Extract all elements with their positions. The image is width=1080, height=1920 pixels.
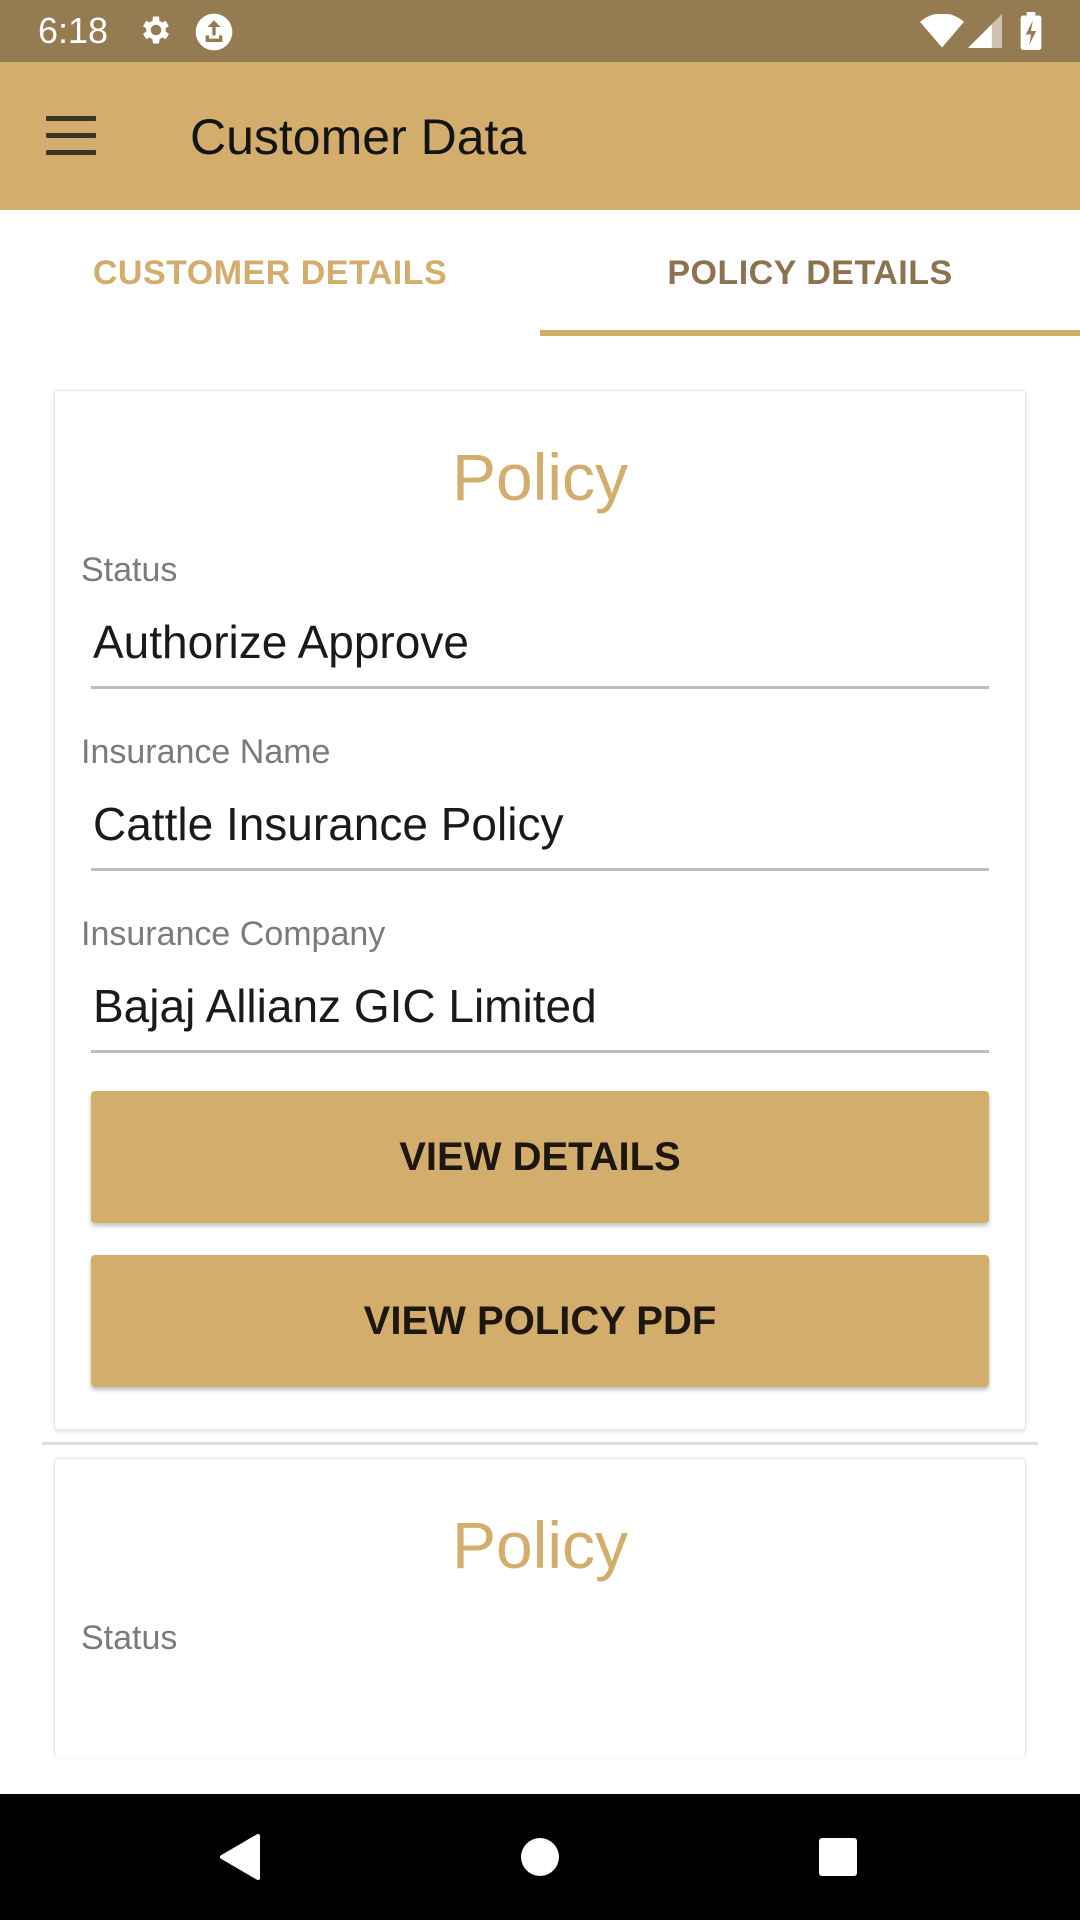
gear-icon (138, 12, 174, 53)
status-field[interactable]: Authorize Approve (91, 609, 989, 689)
hamburger-menu-icon[interactable] (46, 116, 98, 156)
tab-selected-indicator (540, 330, 1080, 336)
tab-policy-details[interactable]: POLICY DETAILS (540, 210, 1080, 336)
insurance-name-field[interactable]: Cattle Insurance Policy (91, 791, 989, 871)
view-details-button[interactable]: VIEW DETAILS (91, 1091, 989, 1223)
policy-card: Policy Status Authorize Approve Insuranc… (54, 390, 1026, 1430)
home-icon[interactable] (518, 1832, 562, 1887)
card-title: Policy (451, 1508, 629, 1582)
back-icon[interactable] (218, 1832, 262, 1887)
app-bar: Customer Data (0, 62, 1080, 210)
app-title: Customer Data (190, 109, 527, 165)
status-bar: 6:18 (0, 0, 1080, 62)
status-label: Status (81, 1619, 178, 1657)
tab-bar: CUSTOMER DETAILS POLICY DETAILS (0, 210, 1080, 336)
signal-icon (968, 14, 1002, 53)
list-divider (42, 1442, 1038, 1445)
status-label: Status (81, 551, 178, 589)
screen: 6:18 Customer Data CUSTOMER DETAILS POLI… (0, 0, 1080, 1920)
navigation-bar (0, 1794, 1080, 1920)
recents-icon[interactable] (816, 1832, 860, 1887)
status-time: 6:18 (38, 10, 109, 51)
upload-icon (194, 12, 234, 57)
tab-customer-details[interactable]: CUSTOMER DETAILS (0, 210, 540, 336)
insurance-company-label: Insurance Company (81, 915, 386, 953)
insurance-name-label: Insurance Name (81, 733, 331, 771)
policy-card: Policy Status (54, 1458, 1026, 1758)
wifi-icon (920, 13, 964, 53)
battery-icon (1020, 12, 1042, 55)
insurance-company-field[interactable]: Bajaj Allianz GIC Limited (91, 973, 989, 1053)
view-policy-pdf-button[interactable]: VIEW POLICY PDF (91, 1255, 989, 1387)
card-title: Policy (451, 440, 629, 514)
